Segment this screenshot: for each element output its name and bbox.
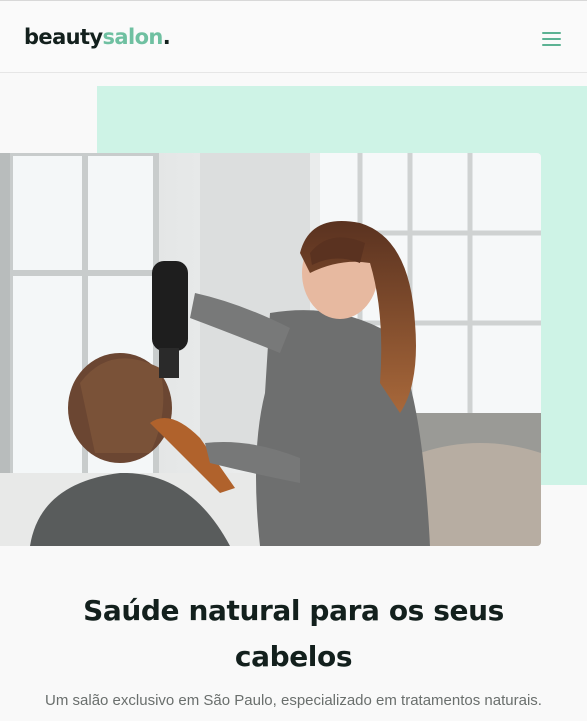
brand-name-dark: beauty xyxy=(24,25,103,49)
hero-title: Saúde natural para os seus cabelos xyxy=(83,594,504,673)
brand-logo[interactable]: beautysalon. xyxy=(24,25,171,49)
hero-image xyxy=(0,153,541,546)
hamburger-menu-button[interactable] xyxy=(540,29,564,49)
site-header: beautysalon. xyxy=(0,0,587,73)
hero-subtitle: Um salão exclusivo em São Paulo, especia… xyxy=(45,692,542,709)
brand-name-dot: . xyxy=(162,25,171,49)
hamburger-icon xyxy=(542,32,561,34)
brand-name-accent: salon xyxy=(102,25,164,49)
